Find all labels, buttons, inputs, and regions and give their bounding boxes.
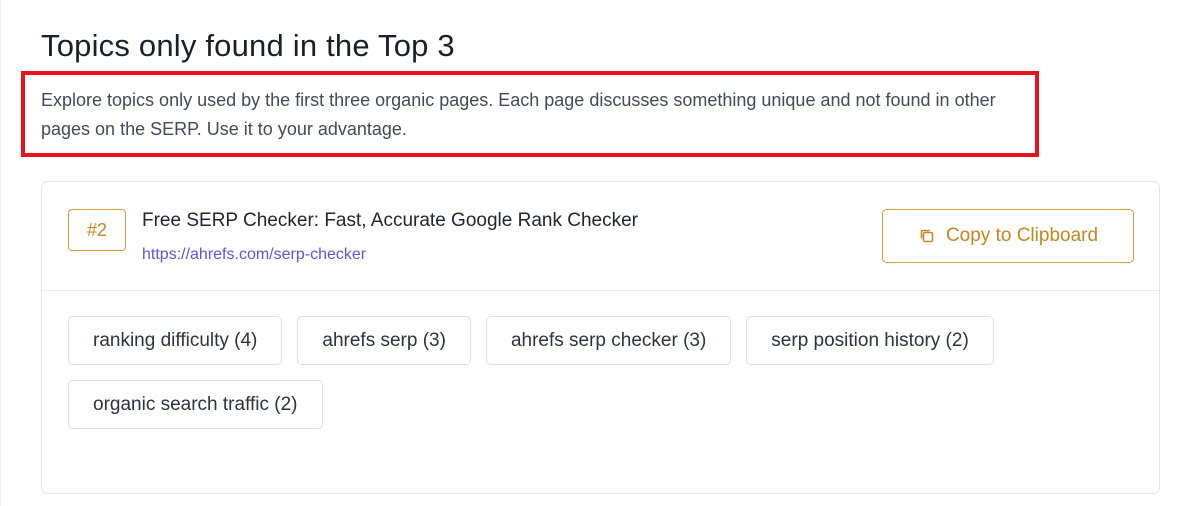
- result-page-title: Free SERP Checker: Fast, Accurate Google…: [142, 210, 638, 231]
- section-description: Explore topics only used by the first th…: [41, 90, 996, 139]
- topic-tag[interactable]: ahrefs serp (3): [297, 316, 471, 365]
- topic-tag-list: ranking difficulty (4) ahrefs serp (3) a…: [68, 316, 1128, 429]
- result-card: #2 Free SERP Checker: Fast, Accurate Goo…: [41, 181, 1160, 494]
- rank-badge: #2: [68, 209, 126, 251]
- copy-icon: [920, 229, 934, 243]
- copy-button-label: Copy to Clipboard: [945, 225, 1099, 246]
- topic-tag[interactable]: ahrefs serp checker (3): [485, 316, 732, 365]
- result-card-header: #2 Free SERP Checker: Fast, Accurate Goo…: [42, 182, 1159, 291]
- topic-tag[interactable]: organic search traffic (2): [68, 380, 323, 429]
- topic-tag[interactable]: ranking difficulty (4): [68, 316, 283, 365]
- topic-tag[interactable]: serp position history (2): [746, 316, 994, 365]
- result-page-url[interactable]: https://ahrefs.com/serp-checker: [142, 246, 366, 264]
- copy-to-clipboard-button[interactable]: Copy to Clipboard: [882, 209, 1134, 263]
- topics-panel: Topics only found in the Top 3 Explore t…: [0, 0, 1196, 506]
- section-title: Topics only found in the Top 3: [41, 28, 455, 63]
